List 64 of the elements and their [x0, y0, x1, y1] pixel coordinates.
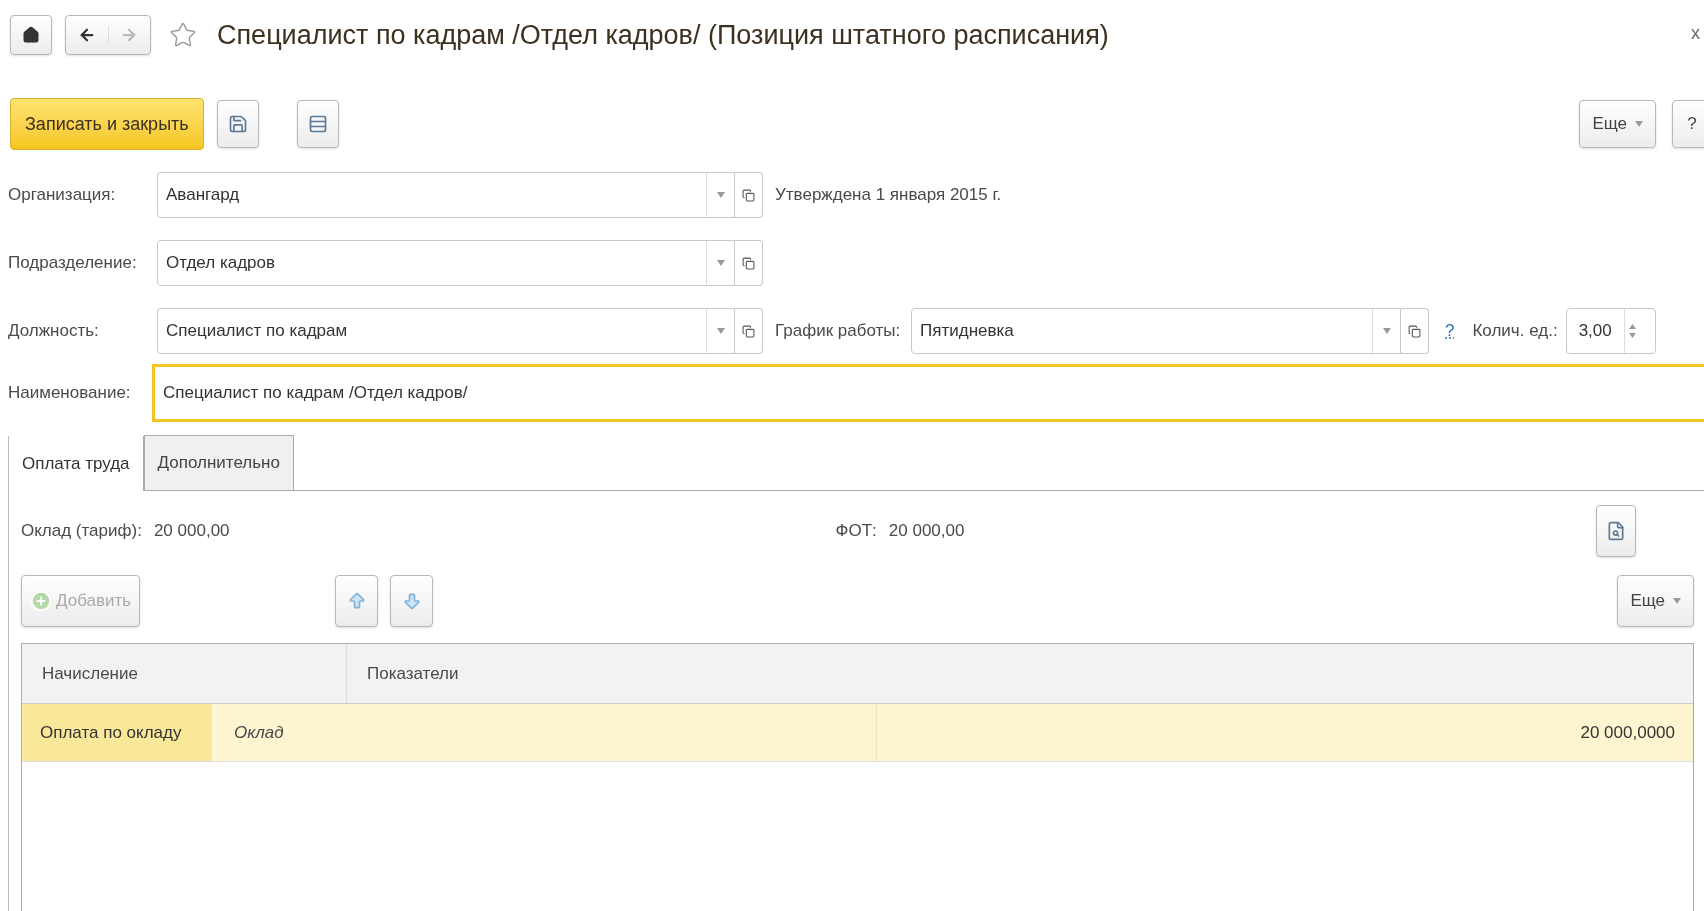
- column-header: Начисление: [22, 644, 347, 703]
- table-cell: Оклад: [212, 704, 877, 761]
- fot-value: 20 000,00: [888, 520, 965, 543]
- field-value: Пятидневка: [919, 320, 1015, 343]
- field-label: Организация:: [8, 184, 117, 207]
- number-field[interactable]: 3,00: [1565, 308, 1656, 354]
- tab[interactable]: Оплата труда: [9, 436, 144, 491]
- approval-text: Утверждена 1 января 2015 г.: [775, 184, 1002, 207]
- field-label: Колич. ед.:: [1472, 320, 1558, 343]
- report-button[interactable]: [1596, 505, 1636, 557]
- help-link[interactable]: ?: [1445, 318, 1455, 344]
- open-button[interactable]: [735, 240, 763, 286]
- save-button[interactable]: [216, 100, 259, 148]
- arrow-down-icon: [401, 591, 422, 611]
- dropdown-icon: [716, 328, 725, 334]
- close-button[interactable]: x: [1691, 20, 1700, 47]
- document-search-icon: [1606, 521, 1626, 541]
- move-down-button[interactable]: [390, 575, 434, 627]
- spinner-arrows-icon[interactable]: [1628, 323, 1636, 339]
- dropdown-icon: [1673, 598, 1681, 604]
- name-field[interactable]: Специалист по кадрам /Отдел кадров/: [152, 364, 1704, 422]
- field-label: График работы:: [775, 320, 902, 343]
- dropdown-icon: [1382, 328, 1391, 334]
- select-field[interactable]: Отдел кадров: [157, 240, 735, 286]
- help-button[interactable]: ?: [1672, 100, 1704, 148]
- arrow-up-icon: [346, 591, 367, 611]
- open-icon: [742, 256, 755, 270]
- dropdown-icon: [716, 260, 725, 266]
- field-label: Должность:: [8, 320, 100, 343]
- table-more-button[interactable]: Еще: [1617, 575, 1694, 627]
- column-header: Показатели: [366, 662, 460, 685]
- tab[interactable]: Дополнительно: [143, 435, 294, 490]
- table-row[interactable]: Оплата по окладу Оклад 20 000,0000: [22, 704, 1693, 762]
- window-title: Специалист по кадрам /Отдел кадров/ (Позиция штатного расписания): [217, 18, 1109, 52]
- star-icon[interactable]: [169, 21, 197, 49]
- select-field[interactable]: Специалист по кадрам: [157, 308, 735, 354]
- field-value: Отдел кадров: [165, 252, 277, 275]
- open-button[interactable]: [1401, 308, 1429, 354]
- plus-icon: [30, 590, 52, 612]
- move-up-button[interactable]: [335, 575, 379, 627]
- home-button[interactable]: [10, 15, 52, 55]
- field-value: Авангард: [165, 184, 241, 207]
- dropdown-icon: [716, 192, 725, 198]
- table-cell: Оплата по окладу: [22, 704, 212, 761]
- select-field[interactable]: Авангард: [157, 172, 735, 218]
- fot-label: ФОТ:: [835, 520, 877, 543]
- select-field[interactable]: Пятидневка: [911, 308, 1401, 354]
- dropdown-icon: [1635, 121, 1643, 127]
- salary-value: 20 000,00: [153, 520, 230, 543]
- field-label: Наименование:: [8, 382, 132, 405]
- home-icon: [22, 26, 40, 44]
- table-cell-text: 20 000,0000: [1579, 721, 1676, 744]
- list-icon: [307, 114, 328, 134]
- open-icon: [1408, 324, 1421, 338]
- open-icon: [742, 188, 755, 202]
- open-button[interactable]: [735, 172, 763, 218]
- save-and-close-button[interactable]: Записать и закрыть: [10, 98, 204, 150]
- more-button[interactable]: Еще: [1579, 100, 1656, 148]
- list-button[interactable]: [296, 100, 339, 148]
- salary-label: Оклад (тариф):: [21, 520, 142, 543]
- field-value: Специалист по кадрам: [165, 320, 349, 343]
- open-icon: [742, 324, 755, 338]
- open-button[interactable]: [735, 308, 763, 354]
- field-label: Подразделение:: [8, 252, 138, 275]
